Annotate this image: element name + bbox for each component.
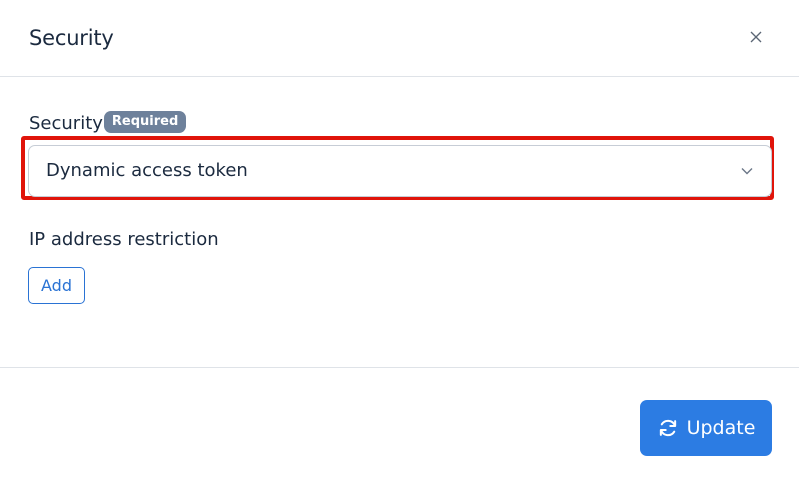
required-badge: Required — [103, 111, 187, 133]
close-icon — [750, 31, 762, 43]
update-button[interactable]: Update — [640, 400, 772, 456]
security-label: Security — [29, 113, 103, 134]
refresh-icon — [659, 419, 676, 437]
add-ip-button[interactable]: Add — [28, 267, 85, 304]
close-button[interactable] — [744, 25, 768, 49]
security-label-row: Security Required — [29, 111, 187, 137]
chevron-down-icon — [741, 168, 753, 175]
security-select-value: Dynamic access token — [46, 160, 248, 181]
dialog-title: Security — [29, 26, 114, 50]
dialog-header: Security — [0, 0, 799, 77]
security-dialog: Security Security Required Dynamic acces… — [0, 0, 799, 483]
ip-restriction-label: IP address restriction — [29, 229, 219, 250]
dialog-footer: Update — [0, 367, 799, 483]
update-label: Update — [686, 417, 756, 439]
dialog-body: Security Required Dynamic access token I… — [0, 77, 799, 367]
security-select[interactable]: Dynamic access token — [28, 145, 772, 197]
